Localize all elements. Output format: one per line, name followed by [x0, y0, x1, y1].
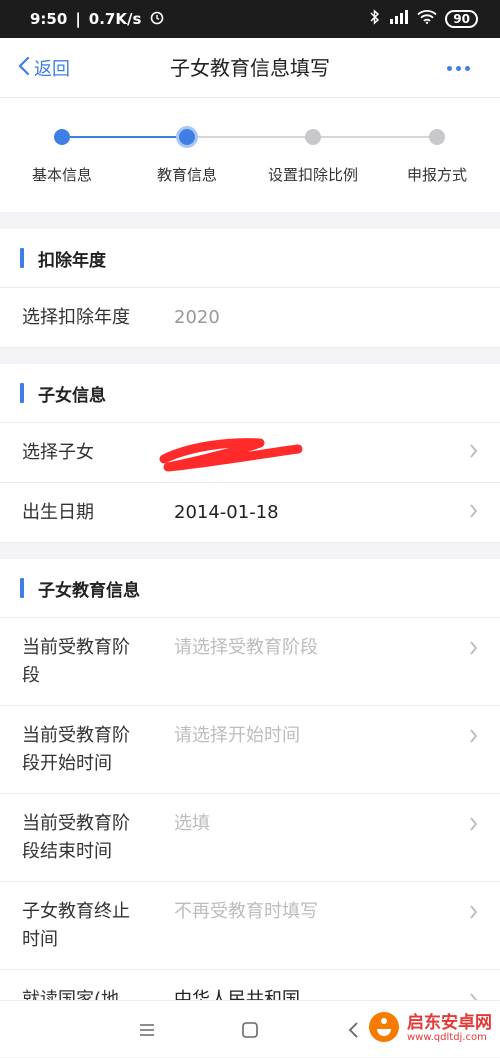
more-options-button[interactable] [447, 38, 470, 98]
row-placeholder: 不再受教育时填写 [174, 901, 318, 922]
row-value: 2020 [174, 307, 220, 328]
row-education-end-time[interactable]: 子女教育终止时间 不再受教育时填写 [0, 882, 500, 970]
step-dot-current [179, 129, 195, 145]
row-label: 选择扣除年度 [22, 307, 130, 328]
section-accent-bar [20, 578, 24, 598]
row-label: 就读国家(地 [22, 989, 120, 1000]
chevron-right-icon [469, 640, 478, 660]
watermark-logo: 启东安卓网 www.qdltdj.com [367, 1010, 492, 1048]
row-label: 当前受教育阶段开始时间 [22, 725, 130, 774]
chevron-right-icon [469, 904, 478, 924]
row-label: 出生日期 [22, 502, 94, 523]
section-accent-bar [20, 248, 24, 268]
step-label-filing-method: 申报方式 [406, 166, 468, 184]
step-dot-complete [54, 129, 70, 145]
watermark-name: 启东安卓网 [407, 1013, 492, 1033]
step-label-deduction-ratio: 设置扣除比例 [267, 166, 359, 184]
row-label: 子女教育终止时间 [22, 901, 130, 950]
wifi-icon [417, 10, 437, 28]
progress-stepper: 基本信息 教育信息 设置扣除比例 申报方式 [0, 98, 500, 212]
more-dot-icon [456, 65, 461, 71]
step-dot-pending [429, 129, 445, 145]
battery-indicator: 90 [445, 10, 478, 28]
status-left: 9:50 | 0.7K/s [30, 9, 165, 29]
redaction-scribble [158, 433, 308, 479]
step-dot-pending [305, 129, 321, 145]
nav-bar: 返回 子女教育信息填写 [0, 38, 500, 98]
more-dot-icon [447, 65, 452, 71]
watermark-emblem-icon [367, 1010, 401, 1048]
row-label: 选择子女 [22, 442, 94, 463]
section-title: 子女教育信息 [38, 580, 140, 601]
section-accent-bar [20, 383, 24, 403]
chevron-right-icon [469, 816, 478, 836]
chevron-right-icon [469, 992, 478, 1000]
row-stage-end-time[interactable]: 当前受教育阶段结束时间 选填 [0, 794, 500, 882]
row-placeholder: 请选择受教育阶段 [174, 637, 318, 658]
status-right: 90 [369, 9, 478, 29]
status-net-speed: 0.7K/s [88, 10, 142, 28]
row-select-child[interactable]: 选择子女 [0, 423, 500, 483]
section-title: 子女信息 [38, 385, 106, 406]
chevron-right-icon [469, 443, 478, 463]
section-header: 子女信息 [0, 364, 500, 423]
home-square-icon[interactable] [241, 1001, 259, 1058]
section-title: 扣除年度 [38, 250, 106, 271]
step-label-education-info: 教育信息 [156, 166, 218, 184]
chevron-right-icon [469, 728, 478, 748]
back-label: 返回 [34, 59, 70, 80]
status-time: 9:50 [30, 10, 68, 28]
row-value: 2014-01-18 [174, 502, 279, 523]
row-birth-date[interactable]: 出生日期 2014-01-18 [0, 483, 500, 543]
chevron-right-icon [469, 503, 478, 523]
chevron-left-icon [18, 56, 34, 81]
more-dot-icon [465, 65, 470, 71]
section-header: 子女教育信息 [0, 559, 500, 618]
section-deduction-year: 扣除年度 选择扣除年度 2020 [0, 229, 500, 348]
row-value: 中华人民共和国 [174, 989, 300, 1000]
watermark-text-block: 启东安卓网 www.qdltdj.com [407, 1014, 492, 1044]
row-placeholder: 选填 [174, 813, 210, 834]
row-label: 当前受教育阶段结束时间 [22, 813, 130, 862]
signal-icon [389, 10, 409, 28]
step-connector-done [62, 136, 187, 138]
alarm-icon [149, 9, 165, 29]
status-divider: | [75, 10, 81, 28]
row-label: 当前受教育阶段 [22, 637, 130, 686]
row-study-country[interactable]: 就读国家(地 中华人民共和国 [0, 970, 500, 1000]
section-child-info: 子女信息 选择子女 出生日期 2014-01-18 [0, 364, 500, 543]
watermark-url: www.qdltdj.com [407, 1032, 487, 1043]
menu-icon[interactable] [138, 1001, 156, 1058]
row-education-stage[interactable]: 当前受教育阶段 请选择受教育阶段 [0, 618, 500, 706]
section-child-education: 子女教育信息 当前受教育阶段 请选择受教育阶段 当前受教育阶段开始时间 请选择开… [0, 559, 500, 1000]
back-button[interactable]: 返回 [18, 38, 70, 98]
status-bar: 9:50 | 0.7K/s 90 [0, 0, 500, 38]
row-placeholder: 请选择开始时间 [174, 725, 300, 746]
row-stage-start-time[interactable]: 当前受教育阶段开始时间 请选择开始时间 [0, 706, 500, 794]
step-label-basic-info: 基本信息 [31, 166, 93, 184]
page-title: 子女教育信息填写 [170, 56, 330, 80]
bluetooth-icon [369, 9, 381, 29]
row-deduction-year[interactable]: 选择扣除年度 2020 [0, 288, 500, 348]
section-header: 扣除年度 [0, 229, 500, 288]
back-triangle-icon[interactable] [347, 1001, 359, 1058]
